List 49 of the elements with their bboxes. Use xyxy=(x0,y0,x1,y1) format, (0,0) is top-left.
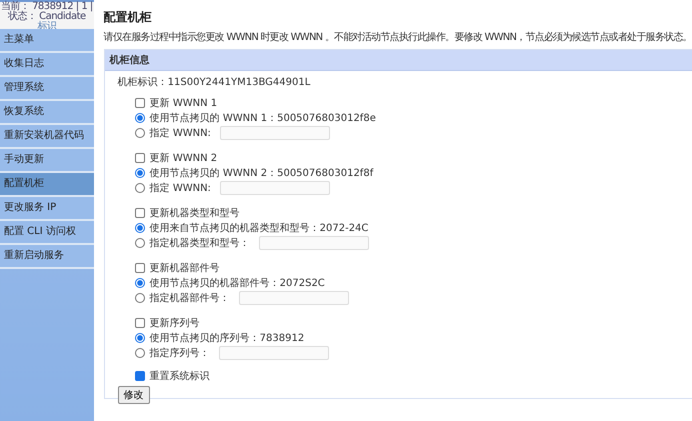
status-text: 状态： Candidate xyxy=(8,12,86,22)
radio-label: 使用节点拷贝的序列号：7838912 xyxy=(150,332,304,344)
checkbox-label: 更新机器部件号 xyxy=(150,262,220,274)
checkbox-label: 更新序列号 xyxy=(150,316,200,330)
input-field[interactable] xyxy=(238,290,349,304)
radio-label: 使用节点拷贝的机器部件号：2072S2C xyxy=(150,276,325,290)
radio-label: 指定序列号： xyxy=(150,346,210,360)
nav-item[interactable]: 更改服务 IP xyxy=(0,197,94,221)
radio-button[interactable] xyxy=(134,278,145,288)
radio-label: 使用节点拷贝的 WWNN 2：5005076803012f8f xyxy=(150,166,374,180)
page-description: 请仅在服务过程中指示您更改 WWNN 时更改 WWNN 。不能对活动节点执行此操作。要修改 WWNN，节点必须为候选节点或者处于服务状态。 xyxy=(104,30,692,44)
enclosure-id: 机柜标识：11S00Y2441YM13BG44901L xyxy=(118,76,312,89)
modify-button[interactable]: 修改 xyxy=(118,386,150,404)
radio-label: 使用节点拷贝的 WWNN 1：5005076803012f8e xyxy=(150,112,376,124)
checkbox[interactable] xyxy=(134,208,145,218)
status-text: 当前： 7838912 | 1 | xyxy=(0,2,93,12)
checkbox[interactable] xyxy=(134,98,145,108)
radio-button[interactable] xyxy=(134,332,145,342)
panel-title: 机柜信息 xyxy=(104,50,692,71)
nav-item[interactable]: 配置 CLI 访问权 xyxy=(0,221,94,245)
radio-label: 指定机器类型和型号： xyxy=(150,236,250,250)
input-field[interactable] xyxy=(220,180,330,194)
radio-button[interactable] xyxy=(134,128,145,138)
radio-button[interactable] xyxy=(134,348,145,358)
nav-item[interactable]: 配置机柜 xyxy=(0,173,94,197)
radio-label: 指定机器部件号： xyxy=(150,292,230,304)
nav-item[interactable]: 重新启动服务 xyxy=(0,245,94,269)
nav-item[interactable]: 主菜单 xyxy=(0,29,94,53)
radio-button[interactable] xyxy=(134,222,145,232)
radio-label: 指定 WWNN: xyxy=(150,126,211,140)
radio-button[interactable] xyxy=(134,168,145,178)
checkbox[interactable] xyxy=(134,318,145,328)
checkbox-label: 更新机器类型和型号 xyxy=(150,206,240,220)
page-title: 配置机柜 xyxy=(104,9,153,26)
checkbox[interactable] xyxy=(134,262,145,272)
radio-label: 指定 WWNN: xyxy=(150,182,211,194)
radio-button[interactable] xyxy=(134,292,145,302)
radio-button[interactable] xyxy=(134,238,145,248)
input-field[interactable] xyxy=(218,346,329,360)
radio-button[interactable] xyxy=(134,112,145,122)
input-field[interactable] xyxy=(258,236,369,250)
checkbox[interactable] xyxy=(134,370,145,380)
radio-label: 使用来自节点拷贝的机器类型和型号：2072-24C xyxy=(150,222,368,234)
checkbox-label: 重置系统标识 xyxy=(150,370,210,382)
radio-button[interactable] xyxy=(134,182,145,192)
checkbox-label: 更新 WWNN 1 xyxy=(150,96,218,110)
checkbox-label: 更新 WWNN 2 xyxy=(150,152,218,164)
input-field[interactable] xyxy=(220,126,330,140)
checkbox[interactable] xyxy=(134,152,145,162)
